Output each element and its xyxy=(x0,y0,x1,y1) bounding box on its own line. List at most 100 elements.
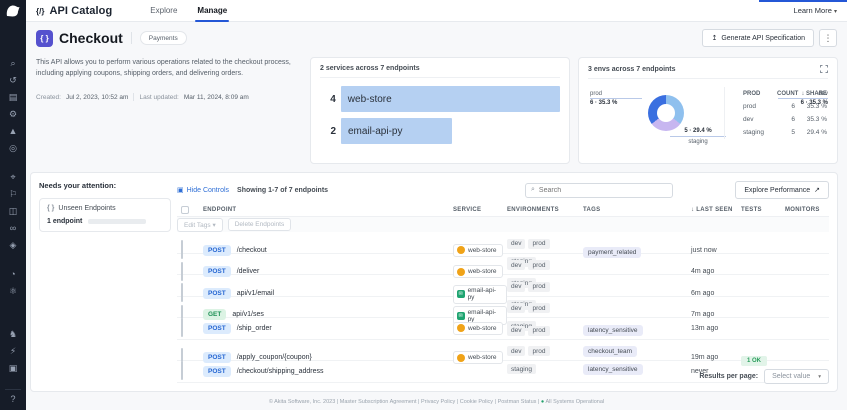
search-icon[interactable]: ⌕ xyxy=(0,57,26,69)
search-box: ⌕ xyxy=(525,183,673,198)
environments-donut-chart xyxy=(648,95,684,131)
endpoint-path[interactable]: /deliver xyxy=(237,268,260,275)
delete-endpoints-button[interactable]: Delete Endpoints xyxy=(228,218,292,231)
col-tests[interactable]: TESTS xyxy=(741,207,785,213)
model-icon[interactable]: ⌖ xyxy=(0,171,26,183)
service-pill[interactable]: web-store xyxy=(453,244,503,257)
created-value: Jul 2, 2023, 10:52 am xyxy=(66,94,129,101)
service-bar[interactable]: email-api-py xyxy=(341,118,452,144)
app-logo-icon[interactable] xyxy=(5,4,21,23)
footer-link[interactable]: Postman Status xyxy=(498,399,537,405)
brand[interactable]: {/} API Catalog xyxy=(36,5,112,17)
explore-performance-button[interactable]: Explore Performance ↗ xyxy=(735,181,829,199)
unseen-endpoints-meter xyxy=(88,219,146,224)
deployments-icon[interactable]: ◫ xyxy=(0,205,26,217)
service-pill[interactable]: web-store xyxy=(453,265,503,278)
learn-more-dropdown[interactable]: Learn More ▾ xyxy=(794,6,837,15)
help-icon[interactable]: ? xyxy=(0,393,26,405)
tab-explore[interactable]: Explore xyxy=(140,0,187,22)
service-pill[interactable]: web-store xyxy=(453,322,503,335)
app-footer: © Akita Software, Inc. 2023 | Master Sub… xyxy=(26,399,847,405)
table-controls: ▣ Hide Controls Showing 1-7 of 7 endpoin… xyxy=(177,181,829,199)
diagnostics-icon[interactable]: ⚛ xyxy=(0,285,26,297)
last-seen-value: 4m ago xyxy=(691,268,741,275)
env-pill-dev: dev xyxy=(507,326,525,336)
service-bar-row: 2 email-api-py xyxy=(320,118,560,144)
env-pill-dev: dev xyxy=(507,239,525,249)
endpoint-path[interactable]: api/v1/email xyxy=(237,290,274,297)
col-monitors[interactable]: MONITORS xyxy=(785,207,815,213)
explore-target-icon[interactable]: ◎ xyxy=(0,142,26,154)
row-checkbox[interactable] xyxy=(181,262,183,281)
method-badge: POST xyxy=(203,288,231,299)
tests-status-badge[interactable]: 1 OK xyxy=(741,356,767,366)
export-icon: ↥ xyxy=(711,34,717,42)
endpoint-path[interactable]: /ship_order xyxy=(237,325,272,332)
service-pill[interactable]: web-store xyxy=(453,351,503,364)
status-text[interactable]: All Systems Operational xyxy=(545,399,604,405)
table-header-row: ENDPOINT SERVICE ENVIRONMENTS TAGS ↓ LAS… xyxy=(177,203,829,217)
env-pill-prod: prod xyxy=(528,282,549,292)
legend-row-dev: dev635.3 % xyxy=(733,113,828,126)
generate-api-spec-button[interactable]: ↥ Generate API Specification xyxy=(702,29,814,47)
row-checkbox[interactable] xyxy=(181,318,183,337)
service-count: 2 xyxy=(320,126,336,137)
row-checkbox[interactable] xyxy=(181,361,183,380)
endpoint-row[interactable]: POST/apply_coupon/{coupon}web-storedevpr… xyxy=(177,340,829,362)
shield-icon[interactable]: ◈ xyxy=(0,239,26,251)
endpoint-row[interactable]: POST/ship_orderweb-storedevprodlatency_s… xyxy=(177,318,829,340)
last-seen-value: 13m ago xyxy=(691,325,741,332)
select-all-checkbox[interactable] xyxy=(181,206,189,214)
env-pill-dev: dev xyxy=(507,303,525,313)
tag-pill-latency_sensitive: latency_sensitive xyxy=(583,364,643,375)
footer-link[interactable]: Master Subscription Agreement xyxy=(340,399,417,405)
alerts-flag-icon[interactable]: ⚐ xyxy=(0,188,26,200)
hide-controls-link[interactable]: ▣ Hide Controls xyxy=(177,186,229,194)
expand-icon[interactable] xyxy=(820,65,828,73)
stack-icon[interactable]: ▣ xyxy=(0,362,26,374)
legend-row-prod: prod635.3 % xyxy=(733,100,828,113)
web-store-icon xyxy=(457,268,465,276)
page-size-select[interactable]: Select value ▾ xyxy=(764,369,829,384)
donut-label-prod: prod 6 · 35.3 % xyxy=(590,91,642,106)
env-pill-dev: dev xyxy=(507,260,525,270)
legend-col-share[interactable]: ↓ SHARE xyxy=(797,91,829,97)
endpoint-path[interactable]: /checkout xyxy=(237,247,267,254)
history-icon[interactable]: ↺ xyxy=(0,74,26,86)
reports-icon[interactable]: ▤ xyxy=(0,91,26,103)
settings-gear-icon[interactable]: ⚙ xyxy=(0,108,26,120)
endpoint-path[interactable]: /checkout/shipping_address xyxy=(237,368,324,375)
external-link-icon: ↗ xyxy=(814,186,820,194)
endpoint-path[interactable]: api/v1/ses xyxy=(232,311,264,318)
row-checkbox[interactable] xyxy=(181,283,183,302)
col-service[interactable]: SERVICE xyxy=(453,207,507,213)
metrics-icon[interactable]: ▲ xyxy=(0,125,26,137)
more-options-button[interactable]: ⋮ xyxy=(819,29,837,47)
checkbox-panel-icon: ▣ xyxy=(177,186,184,194)
tab-manage[interactable]: Manage xyxy=(187,0,237,22)
agent-dog-icon[interactable]: ♞ xyxy=(0,328,26,340)
col-last-seen[interactable]: ↓ LAST SEEN xyxy=(691,207,741,213)
env-pill-prod: prod xyxy=(528,260,549,270)
endpoint-path[interactable]: /apply_coupon/{coupon} xyxy=(237,354,312,361)
service-pill[interactable]: ✉email-api-py xyxy=(453,285,507,304)
tag-pill-payment_related: payment_related xyxy=(583,247,641,258)
unseen-endpoints-card[interactable]: { } Unseen Endpoints 1 endpoint xyxy=(39,198,171,232)
services-bar-chart: 4web-store2email-api-py xyxy=(320,86,560,144)
search-input[interactable] xyxy=(539,187,667,194)
footer-link[interactable]: Privacy Policy xyxy=(421,399,455,405)
new-spark-icon[interactable]: ⚡ xyxy=(0,345,26,357)
env-pill-prod: prod xyxy=(528,239,549,249)
payments-tag-badge[interactable]: Payments xyxy=(140,31,187,45)
legend-row-staging: staging529.4 % xyxy=(733,126,828,139)
integrations-link-icon[interactable]: ∞ xyxy=(0,222,26,234)
performance-gauge-icon[interactable]: ◔ xyxy=(0,268,26,280)
row-checkbox[interactable] xyxy=(181,240,183,259)
col-environments[interactable]: ENVIRONMENTS xyxy=(507,207,583,213)
endpoint-row[interactable]: POST/checkoutweb-storedevprodstagingpaym… xyxy=(177,232,829,254)
col-endpoint[interactable]: ENDPOINT xyxy=(203,207,453,213)
footer-link[interactable]: Cookie Policy xyxy=(460,399,493,405)
edit-tags-button[interactable]: Edit Tags ▾ xyxy=(177,218,223,232)
col-tags[interactable]: TAGS xyxy=(583,207,691,213)
service-bar[interactable]: web-store xyxy=(341,86,560,112)
